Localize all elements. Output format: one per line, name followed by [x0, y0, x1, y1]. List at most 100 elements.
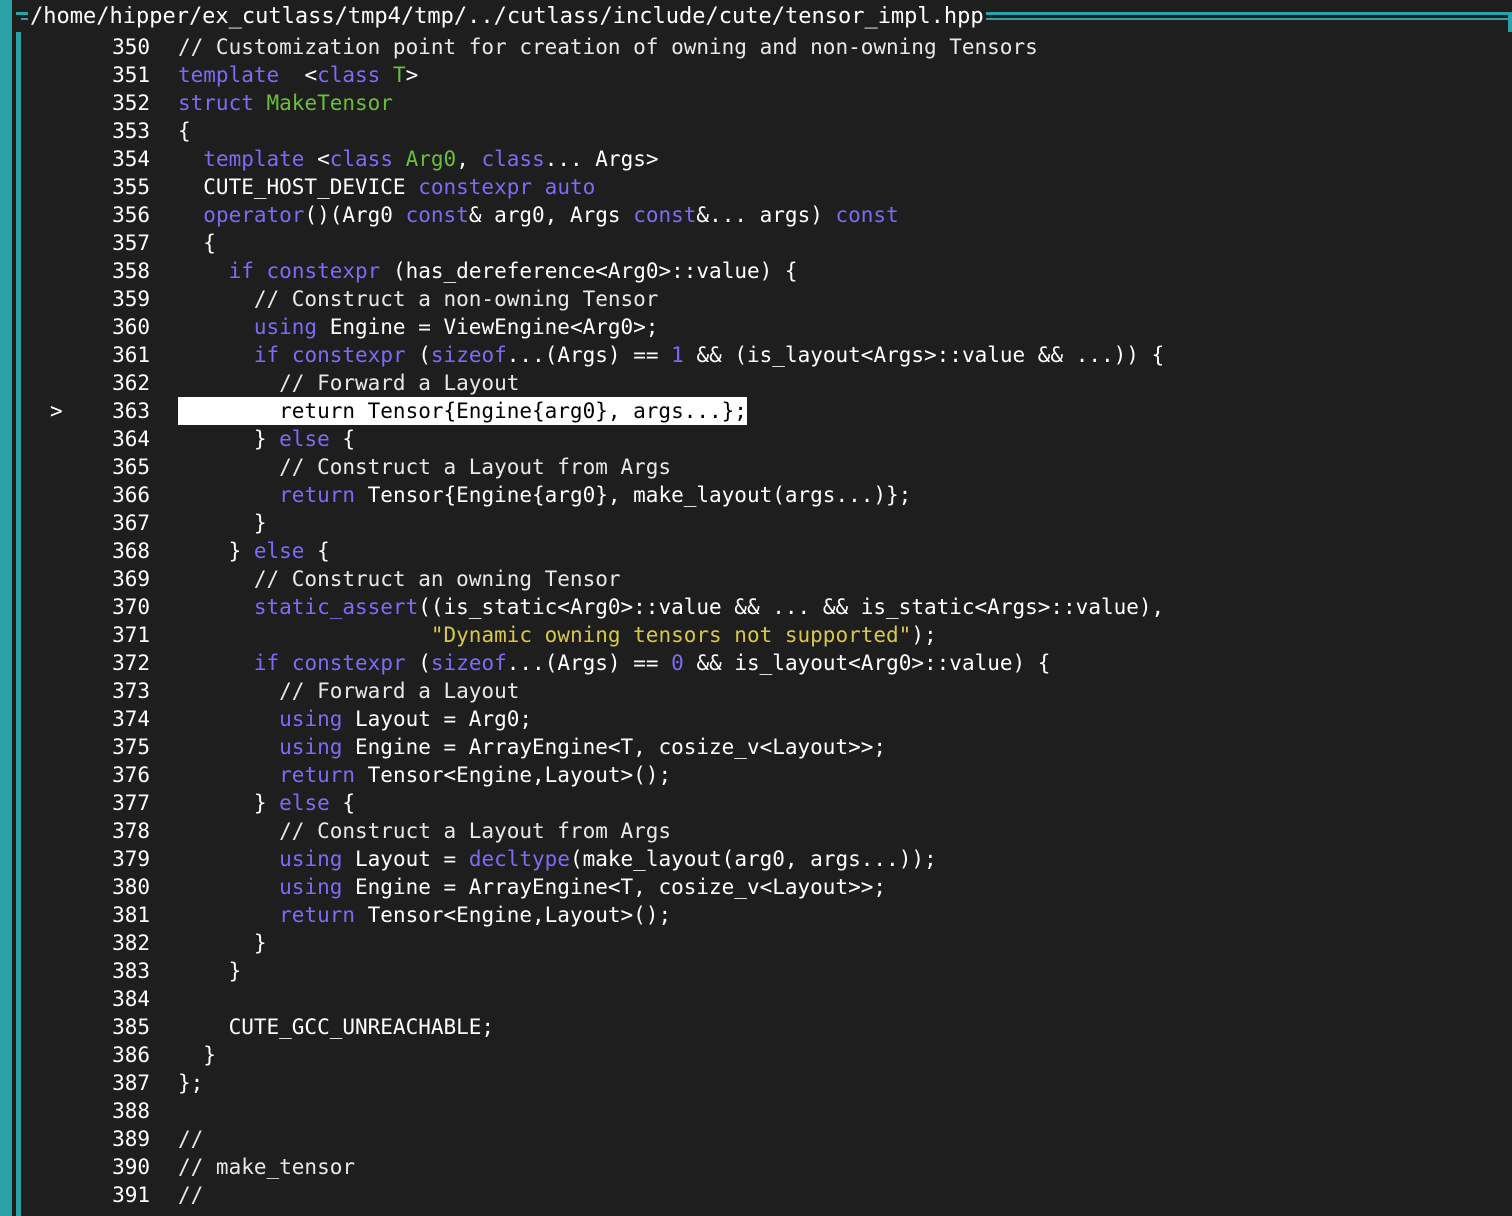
code-line[interactable]: 356 operator()(Arg0 const& arg0, Args co… — [24, 201, 1512, 229]
code-line[interactable]: 379 using Layout = decltype(make_layout(… — [24, 845, 1512, 873]
line-number: 363 — [112, 399, 150, 423]
token: template — [178, 63, 280, 87]
line-number: 372 — [112, 651, 150, 675]
code-line[interactable]: 355 CUTE_HOST_DEVICE constexpr auto — [24, 173, 1512, 201]
code-line[interactable]: 386 } — [24, 1041, 1512, 1069]
token: Engine = ViewEngine<Arg0>; — [317, 315, 659, 339]
token: constexpr — [266, 259, 381, 283]
source-text: // Forward a Layout — [178, 369, 519, 397]
code-line[interactable]: 369 // Construct an owning Tensor — [24, 565, 1512, 593]
line-number: 368 — [112, 539, 150, 563]
code-line[interactable]: 364 } else { — [24, 425, 1512, 453]
code-line[interactable]: 366 return Tensor{Engine{arg0}, make_lay… — [24, 481, 1512, 509]
code-line[interactable]: 370 static_assert((is_static<Arg0>::valu… — [24, 593, 1512, 621]
line-number: 369 — [112, 567, 150, 591]
token: Layout = — [342, 847, 469, 871]
token: MakeTensor — [266, 91, 393, 115]
token: Tensor<Engine,Layout>(); — [355, 903, 672, 927]
code-line[interactable]: 382 } — [24, 929, 1512, 957]
source-text: return Tensor<Engine,Layout>(); — [178, 761, 671, 789]
line-number: 388 — [112, 1099, 150, 1123]
code-line[interactable]: 357 { — [24, 229, 1512, 257]
source-text: template <class T> — [178, 61, 418, 89]
code-line[interactable]: 381 return Tensor<Engine,Layout>(); — [24, 901, 1512, 929]
code-line[interactable]: 374 using Layout = Arg0; — [24, 705, 1512, 733]
token: Arg0 — [405, 147, 457, 171]
token: ( — [405, 651, 431, 675]
line-number: 361 — [112, 343, 150, 367]
token: } — [178, 959, 242, 983]
source-text: operator()(Arg0 const& arg0, Args const&… — [178, 201, 899, 229]
code-line[interactable]: 391 // — [24, 1181, 1512, 1209]
code-line[interactable]: 373 // Forward a Layout — [24, 677, 1512, 705]
current-line-marker: > — [50, 399, 63, 423]
token: decltype — [468, 847, 570, 871]
file-path-title: /home/hipper/ex_cutlass/tmp4/tmp/../cutl… — [28, 3, 986, 31]
code-line[interactable]: 351 template <class T> — [24, 61, 1512, 89]
code-line[interactable]: 354 template <class Arg0, class... Args> — [24, 145, 1512, 173]
code-line[interactable]: 383 } — [24, 957, 1512, 985]
token: } — [178, 427, 280, 451]
token: sizeof — [430, 343, 507, 367]
code-line[interactable]: 353 { — [24, 117, 1512, 145]
code-line[interactable]: 390 // make_tensor — [24, 1153, 1512, 1181]
code-line[interactable]: 350 // Customization point for creation o… — [24, 33, 1512, 61]
code-line[interactable]: 361 if constexpr (sizeof...(Args) == 1 &… — [24, 341, 1512, 369]
code-line[interactable]: 360 using Engine = ViewEngine<Arg0>; — [24, 313, 1512, 341]
line-number: 381 — [112, 903, 150, 927]
token: "Dynamic owning tensors not supported" — [430, 623, 912, 647]
code-line[interactable]: 365 // Construct a Layout from Args — [24, 453, 1512, 481]
code-line[interactable]: 362 // Forward a Layout — [24, 369, 1512, 397]
source-text: return Tensor{Engine{arg0}, make_layout(… — [178, 481, 911, 509]
code-line[interactable]: 387}; — [24, 1069, 1512, 1097]
source-text: } — [178, 929, 267, 957]
line-number: 378 — [112, 819, 150, 843]
token: using — [253, 315, 318, 339]
token: using — [279, 735, 343, 759]
line-number: 367 — [112, 511, 150, 535]
code-line[interactable]: 376 return Tensor<Engine,Layout>(); — [24, 761, 1512, 789]
token: // — [178, 1183, 204, 1207]
token: ()(Arg0 — [304, 203, 406, 227]
token: ...(Args) == — [506, 651, 672, 675]
code-line[interactable]: 358 if constexpr (has_dereference<Arg0>:… — [24, 257, 1512, 285]
code-line[interactable]: 378 // Construct a Layout from Args — [24, 817, 1512, 845]
code-line[interactable]: 372 if constexpr (sizeof...(Args) == 0 &… — [24, 649, 1512, 677]
token: { — [329, 427, 356, 451]
token: // Customization point for creation of o… — [178, 35, 1038, 59]
code-view[interactable]: 350 // Customization point for creation o… — [24, 32, 1512, 1216]
code-line[interactable]: 352 struct MakeTensor — [24, 89, 1512, 117]
line-number: 362 — [112, 371, 150, 395]
code-line[interactable]: 388 — [24, 1097, 1512, 1125]
code-line[interactable]: 367 } — [24, 509, 1512, 537]
token: CUTE_GCC_UNREACHABLE; — [178, 1015, 495, 1039]
code-line[interactable]: 385 CUTE_GCC_UNREACHABLE; — [24, 1013, 1512, 1041]
code-line[interactable]: >363 return Tensor{Engine{arg0}, args...… — [24, 397, 1512, 425]
code-line[interactable]: 389 // — [24, 1125, 1512, 1153]
source-text: CUTE_HOST_DEVICE constexpr auto — [178, 173, 595, 201]
code-line[interactable]: 375 using Engine = ArrayEngine<T, cosize… — [24, 733, 1512, 761]
line-number: 374 — [112, 707, 150, 731]
source-text: // Forward a Layout — [178, 677, 519, 705]
code-line[interactable]: 380 using Engine = ArrayEngine<T, cosize… — [24, 873, 1512, 901]
code-line[interactable]: 371 "Dynamic owning tensors not supporte… — [24, 621, 1512, 649]
source-text: { — [178, 229, 216, 257]
code-line[interactable]: 384 — [24, 985, 1512, 1013]
source-text: } — [178, 509, 267, 537]
code-line[interactable]: 368 } else { — [24, 537, 1512, 565]
token: // Forward a Layout — [178, 679, 520, 703]
token: else — [279, 791, 330, 815]
source-text: CUTE_GCC_UNREACHABLE; — [178, 1013, 495, 1041]
code-line[interactable]: 359 // Construct a non-owning Tensor — [24, 285, 1512, 313]
source-text: } else { — [178, 425, 355, 453]
token: const — [835, 203, 899, 227]
line-number: 375 — [112, 735, 150, 759]
token: } — [178, 931, 267, 955]
source-text: // — [178, 1181, 203, 1209]
token: Tensor<Engine,Layout>(); — [355, 763, 672, 787]
code-line[interactable]: 377 } else { — [24, 789, 1512, 817]
line-number: 365 — [112, 455, 150, 479]
